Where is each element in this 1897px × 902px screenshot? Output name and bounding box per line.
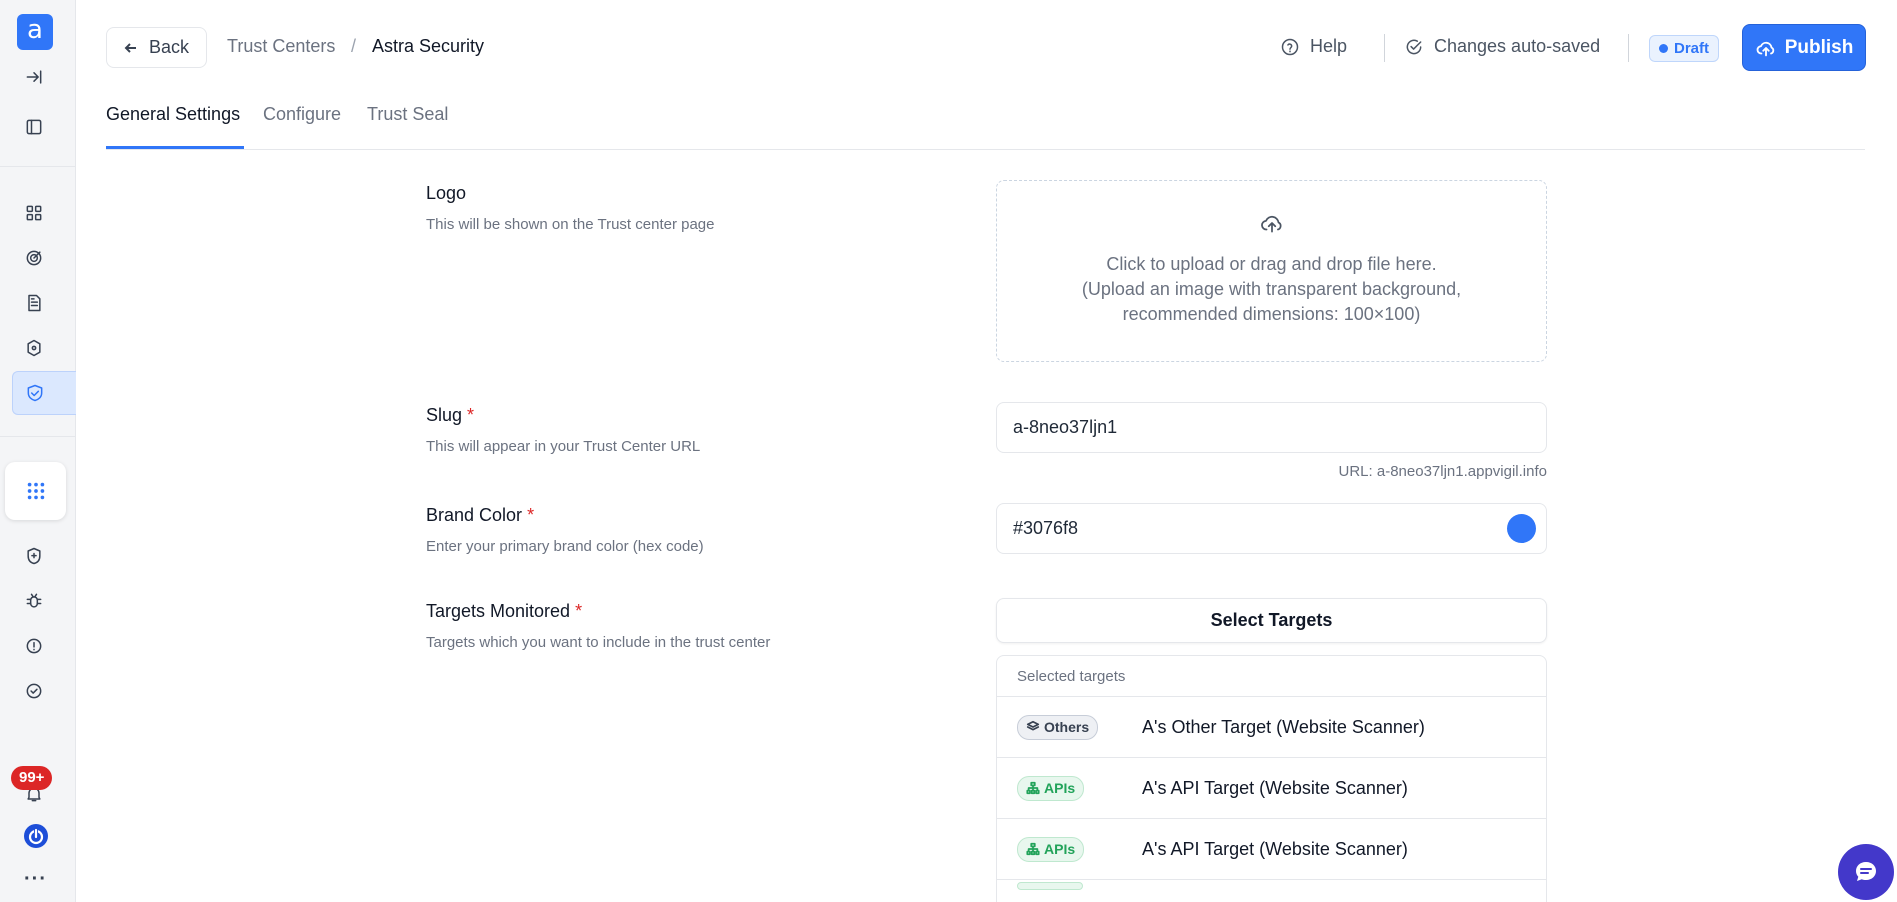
badge-label: APIs xyxy=(1044,780,1076,796)
brand-color-input[interactable]: #3076f8 xyxy=(996,503,1547,554)
sidebar-divider xyxy=(0,436,76,437)
target-name: A's API Target (Website Scanner) xyxy=(1142,838,1408,859)
breadcrumb-current: Astra Security xyxy=(372,36,485,56)
badge-label: Others xyxy=(1044,719,1090,735)
list-item[interactable]: APIs A's API Target (Website Scanner) xyxy=(997,819,1546,880)
dashboard-icon[interactable] xyxy=(20,199,48,227)
back-button[interactable]: Back xyxy=(106,27,207,68)
shield-icon[interactable] xyxy=(20,542,48,570)
apps-grid-icon xyxy=(27,482,44,500)
active-tab-indicator xyxy=(106,146,244,149)
apps-grid-button[interactable] xyxy=(5,462,66,520)
target-name: A's Other Target (Website Scanner) xyxy=(1142,716,1425,737)
status-label: Draft xyxy=(1674,40,1710,57)
targets-label-text: Targets Monitored xyxy=(426,601,571,621)
list-item-partial xyxy=(997,880,1546,902)
bug-icon[interactable] xyxy=(20,587,48,615)
cloud-upload-icon xyxy=(1260,215,1281,233)
api-icon xyxy=(1026,781,1040,795)
check-circle-icon[interactable] xyxy=(20,677,48,705)
tab-trust-seal[interactable]: Trust Seal xyxy=(367,104,448,125)
document-icon[interactable] xyxy=(20,289,48,317)
brand-color-label: Brand Color * xyxy=(426,505,534,526)
arrow-left-icon xyxy=(124,42,136,53)
logo-upload-dropzone[interactable]: Click to upload or drag and drop file he… xyxy=(996,180,1547,362)
tabs-divider xyxy=(106,149,1865,150)
target-type-badge: APIs xyxy=(1017,775,1085,801)
selected-targets-list: Selected targets Others A's Other Target… xyxy=(996,655,1547,902)
app-logo[interactable]: a xyxy=(17,14,53,50)
integrations-icon[interactable] xyxy=(20,334,48,362)
publish-label: Publish xyxy=(1784,36,1854,58)
required-mark: * xyxy=(467,405,475,425)
help-label: Help xyxy=(1310,36,1348,56)
tab-configure[interactable]: Configure xyxy=(263,104,341,125)
upload-text-line: Click to upload or drag and drop file he… xyxy=(1106,254,1437,274)
panel-icon[interactable] xyxy=(20,113,48,141)
check-circle-icon xyxy=(1406,39,1422,54)
required-mark: * xyxy=(527,505,535,525)
back-label: Back xyxy=(149,37,190,57)
logo-label: Logo xyxy=(426,183,467,203)
target-type-badge: APIs xyxy=(1017,836,1085,862)
header-divider xyxy=(1628,34,1629,62)
color-swatch[interactable] xyxy=(1507,514,1536,543)
target-type-badge: Others xyxy=(1017,714,1099,740)
tab-general-settings[interactable]: General Settings xyxy=(106,104,240,125)
required-mark: * xyxy=(575,601,583,621)
chat-support-button[interactable] xyxy=(1838,844,1894,900)
publish-button[interactable]: Publish xyxy=(1742,24,1866,71)
selected-targets-header: Selected targets xyxy=(997,656,1546,697)
autosave-label: Changes auto-saved xyxy=(1434,36,1601,56)
upload-text-line: (Upload an image with transparent backgr… xyxy=(1081,279,1462,299)
header-divider xyxy=(1384,34,1385,62)
notification-badge: 99+ xyxy=(11,766,53,790)
list-item[interactable]: Others A's Other Target (Website Scanner… xyxy=(997,697,1546,758)
slug-label-text: Slug xyxy=(426,405,463,425)
upload-text-line: recommended dimensions: 100×100) xyxy=(1122,304,1421,324)
api-icon xyxy=(1026,842,1040,856)
targets-description: Targets which you want to include in the… xyxy=(426,634,771,651)
slug-input[interactable]: a-8neo37ljn1 xyxy=(996,402,1547,453)
alert-icon[interactable] xyxy=(20,632,48,660)
breadcrumb-trust-centers[interactable]: Trust Centers xyxy=(227,36,335,57)
list-item[interactable]: APIs A's API Target (Website Scanner) xyxy=(997,758,1546,819)
status-badge: Draft xyxy=(1649,35,1720,62)
targets-label: Targets Monitored * xyxy=(426,601,582,622)
sidebar-item-trust-center[interactable] xyxy=(12,371,76,415)
layers-icon xyxy=(1026,720,1040,731)
trust-center-icon xyxy=(21,379,49,407)
logo-description: This will be shown on the Trust center p… xyxy=(426,216,715,233)
sidebar: a 99+ ··· xyxy=(0,0,76,902)
breadcrumb-separator: / xyxy=(351,36,357,56)
target-icon[interactable] xyxy=(20,244,48,272)
upload-instructions: Click to upload or drag and drop file he… xyxy=(1082,252,1461,327)
power-icon[interactable] xyxy=(22,822,50,850)
partial-icon xyxy=(20,722,48,730)
slug-description: This will appear in your Trust Center UR… xyxy=(426,438,701,455)
status-dot xyxy=(1659,44,1668,53)
chat-icon xyxy=(1856,862,1876,881)
sidebar-divider xyxy=(0,166,76,167)
brand-color-label-text: Brand Color xyxy=(426,505,523,525)
badge-label: APIs xyxy=(1044,841,1076,857)
expand-icon[interactable] xyxy=(20,63,48,91)
brand-color-description: Enter your primary brand color (hex code… xyxy=(426,538,704,555)
slug-label: Slug * xyxy=(426,405,474,426)
cloud-upload-icon xyxy=(1756,41,1774,56)
target-name: A's API Target (Website Scanner) xyxy=(1142,777,1408,798)
slug-url-preview: URL: a-8neo37ljn1.appvigil.info xyxy=(1338,463,1547,480)
autosave-status: Changes auto-saved xyxy=(1404,36,1600,57)
help-button[interactable]: Help xyxy=(1280,36,1347,57)
select-targets-button[interactable]: Select Targets xyxy=(996,598,1547,643)
target-type-badge xyxy=(1017,882,1083,890)
help-icon xyxy=(1281,38,1299,55)
more-icon[interactable]: ··· xyxy=(24,868,47,891)
